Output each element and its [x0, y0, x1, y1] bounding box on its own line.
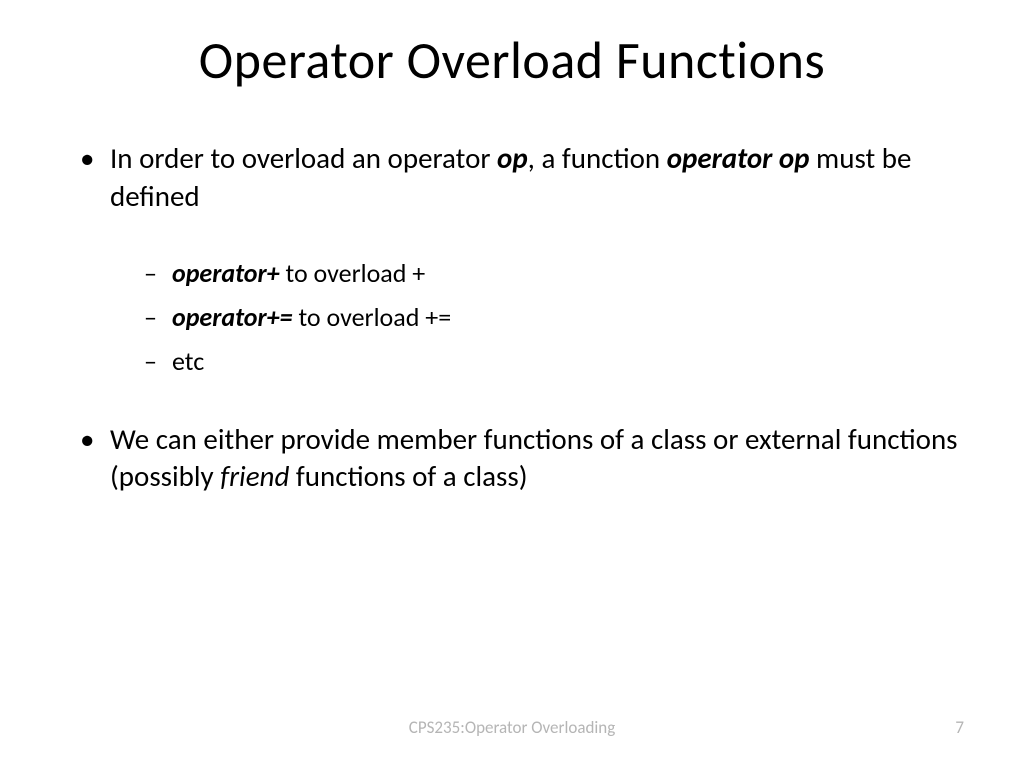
- text-fragment: functions of a class): [289, 458, 527, 494]
- sub-bullet-1: operator+ to overload +: [144, 257, 964, 291]
- bullet-list-level2: operator+ to overload + operator+= to ov…: [110, 257, 964, 378]
- slide-title: Operator Overload Functions: [60, 28, 964, 92]
- slide: Operator Overload Functions In order to …: [0, 0, 1024, 768]
- text-fragment: to overload +: [280, 257, 426, 289]
- page-number: 7: [955, 717, 964, 738]
- text-bold-italic: operator+=: [172, 301, 293, 333]
- text-fragment: to overload +=: [293, 301, 452, 333]
- bullet-item-1: In order to overload an operator op, a f…: [80, 140, 964, 379]
- text-fragment: In order to overload an operator: [110, 140, 497, 176]
- sub-bullet-3: etc: [144, 345, 964, 379]
- sub-bullet-2: operator+= to overload +=: [144, 301, 964, 335]
- slide-footer: CPS235:Operator Overloading 7: [0, 717, 1024, 738]
- bullet-item-2: We can either provide member functions o…: [80, 421, 964, 496]
- text-fragment: , a function: [528, 140, 667, 176]
- text-bold-italic: op: [497, 140, 528, 176]
- text-bold-italic: operator op: [667, 140, 810, 176]
- text-fragment: etc: [172, 345, 204, 377]
- slide-content: In order to overload an operator op, a f…: [60, 140, 964, 496]
- footer-center: CPS235:Operator Overloading: [409, 717, 615, 738]
- text-bold-italic: operator+: [172, 257, 280, 289]
- bullet-list-level1: In order to overload an operator op, a f…: [80, 140, 964, 496]
- text-italic: friend: [220, 458, 289, 494]
